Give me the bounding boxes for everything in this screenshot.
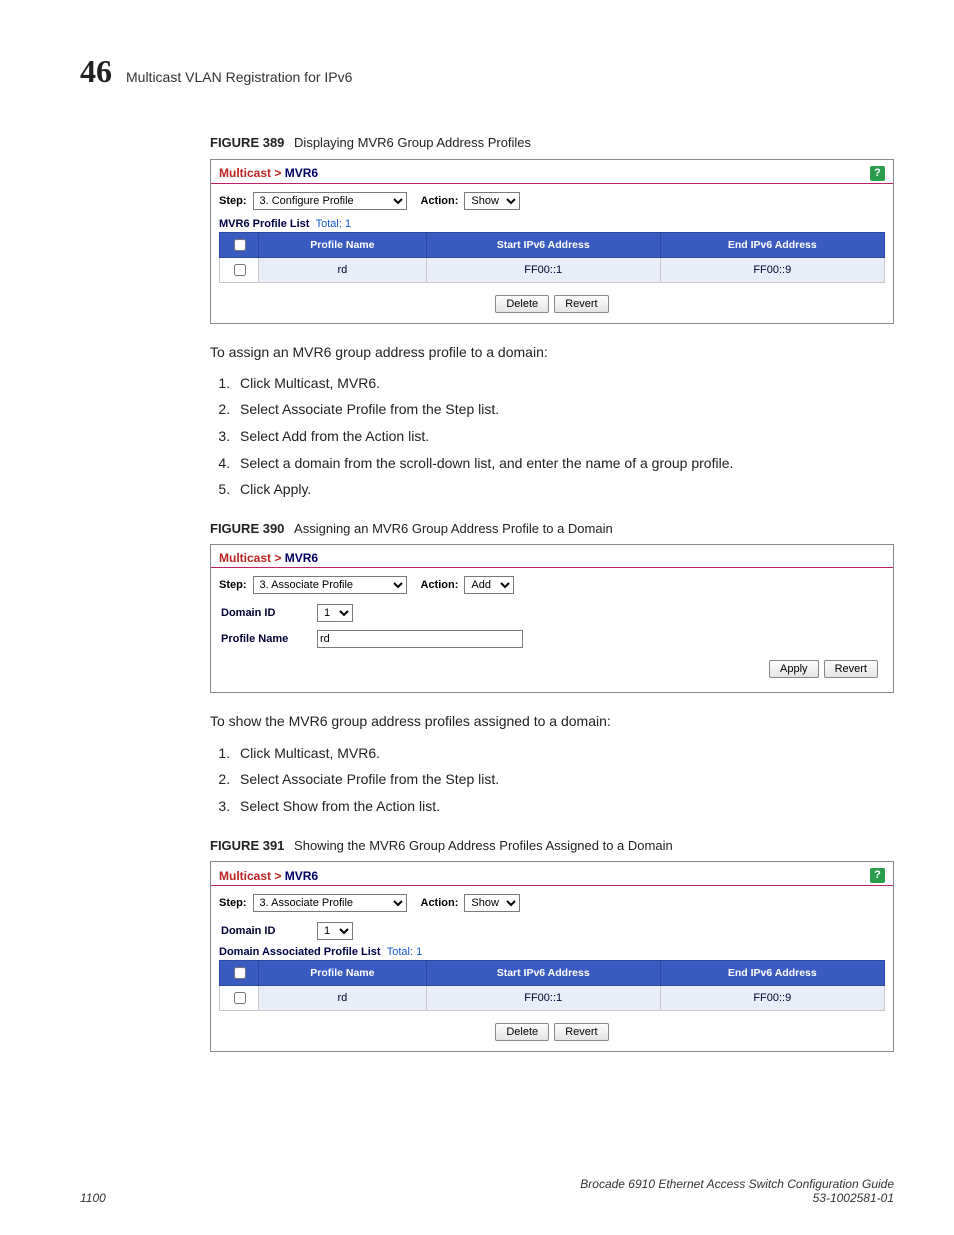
step-item: Select Add from the Action list.: [234, 423, 894, 450]
apply-button[interactable]: Apply: [769, 660, 819, 678]
delete-button[interactable]: Delete: [495, 1023, 549, 1041]
col-start-ipv6: Start IPv6 Address: [426, 232, 660, 257]
col-end-ipv6: End IPv6 Address: [660, 232, 884, 257]
row-checkbox[interactable]: [234, 992, 246, 1004]
footer-pagenum: 1100: [80, 1191, 106, 1205]
col-end-ipv6: End IPv6 Address: [660, 961, 884, 986]
breadcrumb-multicast: Multicast: [219, 166, 271, 180]
profile-list-total-label: Total:: [316, 218, 342, 230]
profile-name-label: Profile Name: [221, 633, 307, 645]
table-row: rd FF00::1 FF00::9: [220, 986, 885, 1011]
action-label: Action:: [421, 579, 459, 591]
step-label: Step:: [219, 897, 247, 909]
figure-390-caption: FIGURE 390 Assigning an MVR6 Group Addre…: [210, 521, 894, 537]
assoc-profile-list-title: Domain Associated Profile List Total: 1: [211, 942, 893, 960]
step-item: Click Multicast, MVR6.: [234, 740, 894, 767]
select-all-checkbox[interactable]: [234, 239, 246, 251]
figure-391-panel: Multicast > MVR6 ? Step: 3. Associate Pr…: [210, 861, 894, 1052]
profile-list-total: 1: [345, 218, 351, 230]
intro-show: To show the MVR6 group address profiles …: [210, 711, 894, 731]
action-label: Action:: [421, 195, 459, 207]
breadcrumb: Multicast > MVR6: [219, 166, 318, 180]
step-item: Select a domain from the scroll-down lis…: [234, 450, 894, 477]
breadcrumb-mvr6: MVR6: [285, 869, 318, 883]
figure-391-title: Showing the MVR6 Group Address Profiles …: [294, 838, 673, 853]
footer-book: Brocade 6910 Ethernet Access Switch Conf…: [580, 1177, 894, 1191]
step-item: Click Apply.: [234, 476, 894, 503]
breadcrumb-mvr6: MVR6: [285, 166, 318, 180]
breadcrumb-multicast: Multicast: [219, 869, 271, 883]
action-select[interactable]: Add: [464, 576, 514, 594]
figure-390-panel: Multicast > MVR6 Step: 3. Associate Prof…: [210, 544, 894, 693]
profile-list-label: MVR6 Profile List: [219, 218, 309, 230]
chapter-number: 46: [80, 55, 112, 87]
revert-button[interactable]: Revert: [554, 295, 608, 313]
cell-start-ipv6: FF00::1: [426, 257, 660, 282]
assoc-profile-table: Profile Name Start IPv6 Address End IPv6…: [219, 960, 885, 1011]
figure-391-label: FIGURE 391: [210, 838, 284, 853]
steps-show: Click Multicast, MVR6. Select Associate …: [210, 740, 894, 820]
revert-button[interactable]: Revert: [554, 1023, 608, 1041]
figure-389-title: Displaying MVR6 Group Address Profiles: [294, 135, 531, 150]
row-checkbox[interactable]: [234, 264, 246, 276]
chapter-title: Multicast VLAN Registration for IPv6: [126, 70, 352, 84]
breadcrumb: Multicast > MVR6: [219, 551, 318, 565]
help-icon[interactable]: ?: [870, 868, 885, 883]
col-profile-name: Profile Name: [259, 232, 427, 257]
figure-390-title: Assigning an MVR6 Group Address Profile …: [294, 521, 613, 536]
figure-389-label: FIGURE 389: [210, 135, 284, 150]
action-label: Action:: [421, 897, 459, 909]
revert-button[interactable]: Revert: [824, 660, 878, 678]
figure-390-label: FIGURE 390: [210, 521, 284, 536]
step-select[interactable]: 3. Configure Profile: [253, 192, 407, 210]
domain-id-select[interactable]: 1: [317, 604, 353, 622]
profile-name-input[interactable]: [317, 630, 523, 648]
step-item: Select Associate Profile from the Step l…: [234, 766, 894, 793]
breadcrumb: Multicast > MVR6: [219, 869, 318, 883]
help-icon[interactable]: ?: [870, 166, 885, 181]
domain-id-label: Domain ID: [221, 925, 307, 937]
figure-391-caption: FIGURE 391 Showing the MVR6 Group Addres…: [210, 838, 894, 854]
domain-id-label: Domain ID: [221, 607, 307, 619]
action-select[interactable]: Show: [464, 894, 520, 912]
step-label: Step:: [219, 195, 247, 207]
profile-table: Profile Name Start IPv6 Address End IPv6…: [219, 232, 885, 283]
breadcrumb-multicast: Multicast: [219, 551, 271, 565]
step-item: Select Show from the Action list.: [234, 793, 894, 820]
assoc-profile-list-total-label: Total:: [387, 946, 413, 958]
figure-389-caption: FIGURE 389 Displaying MVR6 Group Address…: [210, 135, 894, 151]
cell-start-ipv6: FF00::1: [426, 986, 660, 1011]
steps-assign: Click Multicast, MVR6. Select Associate …: [210, 370, 894, 503]
intro-assign: To assign an MVR6 group address profile …: [210, 342, 894, 362]
cell-end-ipv6: FF00::9: [660, 257, 884, 282]
select-all-checkbox[interactable]: [234, 967, 246, 979]
assoc-profile-list-label: Domain Associated Profile List: [219, 946, 381, 958]
domain-id-select[interactable]: 1: [317, 922, 353, 940]
step-select[interactable]: 3. Associate Profile: [253, 576, 407, 594]
footer-docnum: 53-1002581-01: [580, 1191, 894, 1205]
step-item: Click Multicast, MVR6.: [234, 370, 894, 397]
assoc-profile-list-total: 1: [416, 946, 422, 958]
action-select[interactable]: Show: [464, 192, 520, 210]
col-profile-name: Profile Name: [259, 961, 427, 986]
step-label: Step:: [219, 579, 247, 591]
cell-profile-name: rd: [259, 257, 427, 282]
profile-list-title: MVR6 Profile List Total: 1: [211, 214, 893, 232]
table-row: rd FF00::1 FF00::9: [220, 257, 885, 282]
figure-389-panel: Multicast > MVR6 ? Step: 3. Configure Pr…: [210, 159, 894, 324]
step-select[interactable]: 3. Associate Profile: [253, 894, 407, 912]
cell-profile-name: rd: [259, 986, 427, 1011]
cell-end-ipv6: FF00::9: [660, 986, 884, 1011]
step-item: Select Associate Profile from the Step l…: [234, 396, 894, 423]
delete-button[interactable]: Delete: [495, 295, 549, 313]
breadcrumb-mvr6: MVR6: [285, 551, 318, 565]
col-start-ipv6: Start IPv6 Address: [426, 961, 660, 986]
